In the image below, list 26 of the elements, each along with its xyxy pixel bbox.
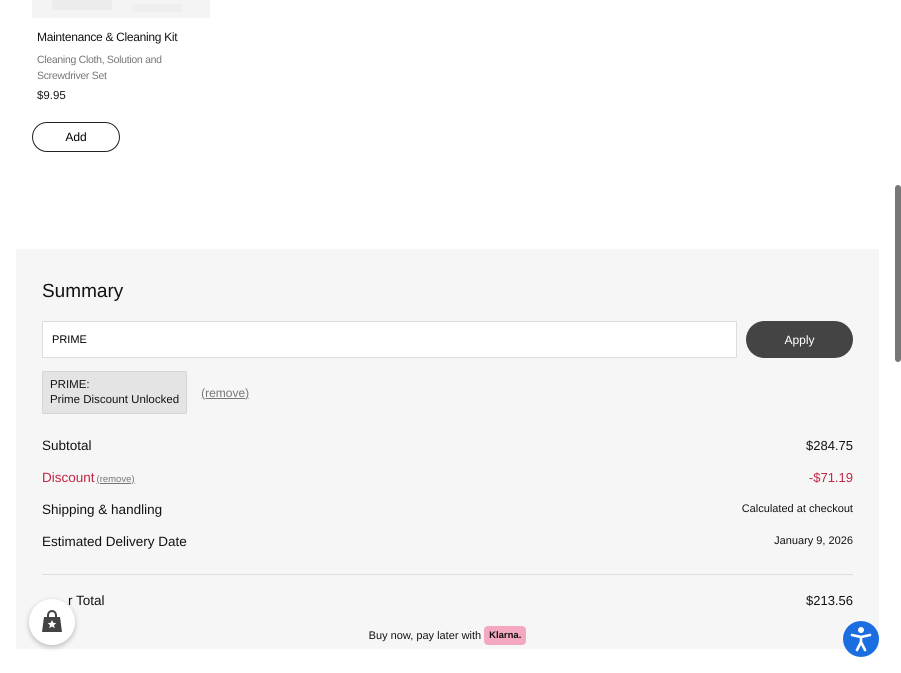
product-price: $9.95 xyxy=(37,90,67,102)
person-icon xyxy=(850,626,872,652)
apply-button[interactable]: Apply xyxy=(746,321,853,358)
line-label: Estimated Delivery Date xyxy=(42,534,187,548)
promo-code-field[interactable]: PRIME xyxy=(42,321,737,358)
line-value: $284.75 xyxy=(806,438,853,452)
product-description: Cleaning Cloth, Solution and Screwdriver Set xyxy=(37,53,163,84)
remove-link[interactable]: (remove) xyxy=(201,386,250,400)
add-button[interactable]: Add xyxy=(32,122,120,152)
code-label: PRIME: xyxy=(50,379,91,391)
code-message: Prime Discount Unlocked xyxy=(50,394,180,406)
total-label: r Total xyxy=(67,592,105,608)
shopping-bag-icon xyxy=(41,610,63,634)
line-label: Subtotal xyxy=(42,438,92,452)
total-value: $213.56 xyxy=(806,592,853,608)
product-name: Maintenance & Cleaning Kit xyxy=(37,30,178,44)
line-label: Discount xyxy=(42,470,95,484)
pay-later-text: Buy now, pay later with xyxy=(368,630,482,642)
line-value: January 9, 2026 xyxy=(774,535,853,547)
line-label: Shipping & handling xyxy=(42,502,162,516)
line-value: Calculated at checkout xyxy=(742,503,853,515)
line-value: -$71.19 xyxy=(808,470,853,484)
scrollbar-thumb[interactable] xyxy=(895,185,901,362)
remove-link[interactable]: (remove) xyxy=(96,474,135,484)
summary-title: Summary xyxy=(42,281,124,303)
klarna-badge: Klarna. xyxy=(484,626,526,645)
